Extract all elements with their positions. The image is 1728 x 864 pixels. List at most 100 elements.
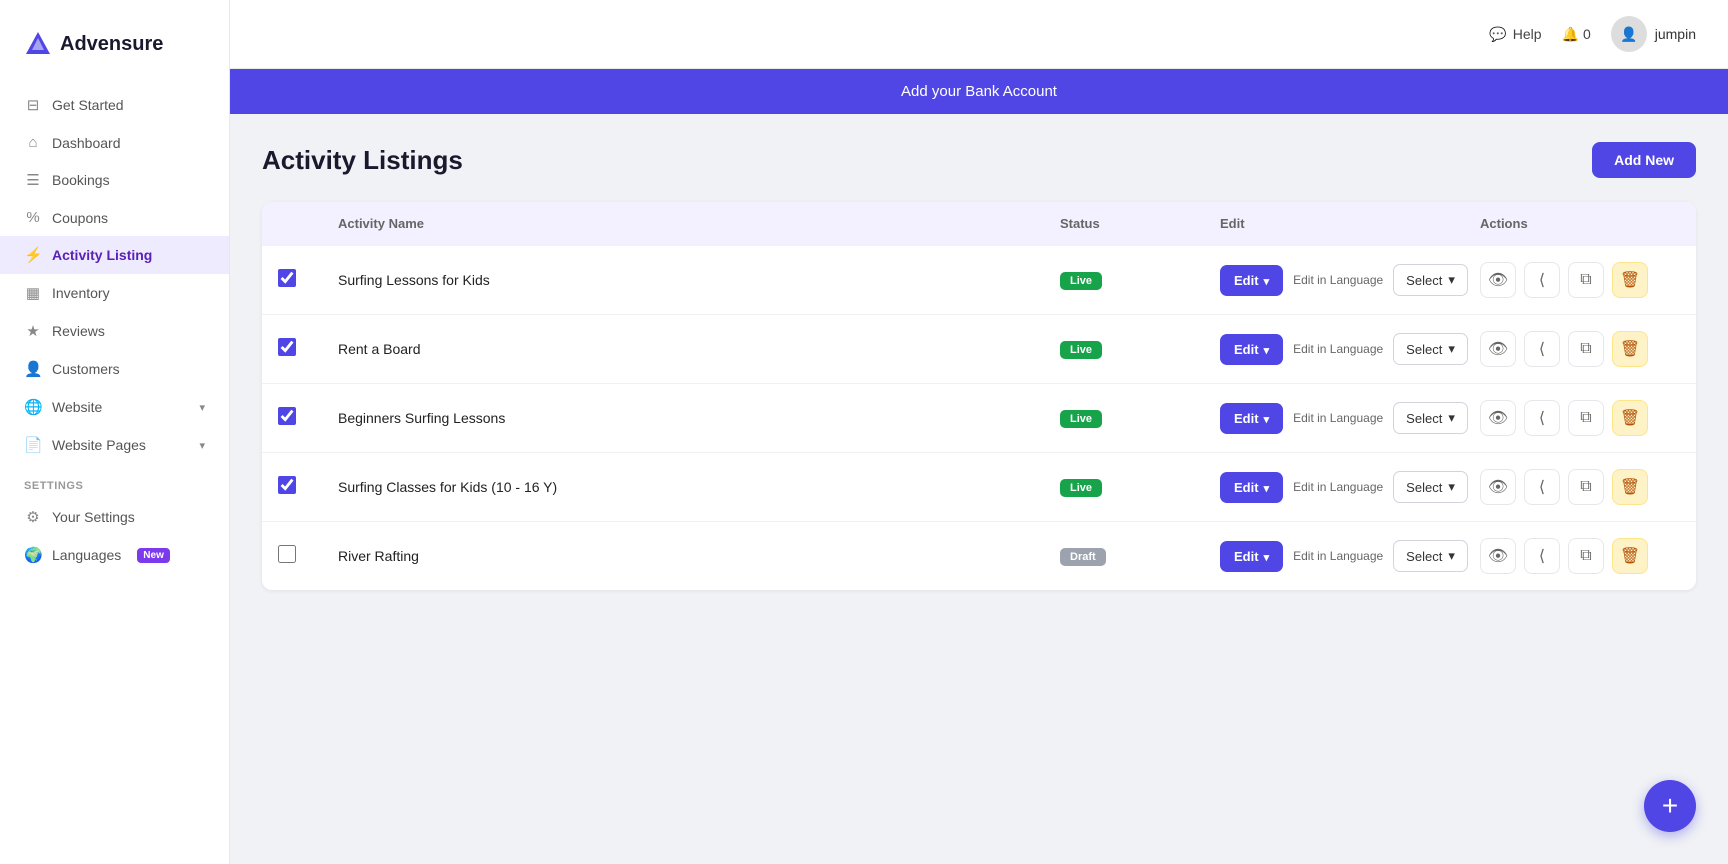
edit-chevron-4	[1264, 549, 1270, 564]
share-button-3[interactable]: ⟨	[1524, 469, 1560, 505]
nav-icon-reviews: ★	[24, 322, 42, 340]
copy-button-4[interactable]: ⧉	[1568, 538, 1604, 574]
copy-button-1[interactable]: ⧉	[1568, 331, 1604, 367]
sidebar-item-website-pages[interactable]: 📄 Website Pages ▾	[0, 426, 229, 464]
copy-button-3[interactable]: ⧉	[1568, 469, 1604, 505]
view-button-4[interactable]: 👁	[1480, 538, 1516, 574]
table-header: Activity Name Status Edit Actions	[262, 202, 1696, 245]
view-button-1[interactable]: 👁	[1480, 331, 1516, 367]
nav-label-inventory: Inventory	[52, 285, 110, 301]
language-select-1[interactable]: Select ▾	[1393, 333, 1468, 365]
notification-count: 0	[1583, 26, 1591, 42]
settings-icon-languages: 🌍	[24, 546, 42, 564]
select-chevron-0: ▾	[1448, 272, 1455, 288]
page-header: Activity Listings Add New	[262, 142, 1696, 178]
nav-icon-bookings: ☰	[24, 171, 42, 189]
settings-label-languages: Languages	[52, 547, 121, 563]
sidebar-item-reviews[interactable]: ★ Reviews	[0, 312, 229, 350]
copy-button-2[interactable]: ⧉	[1568, 400, 1604, 436]
nav-arrow-website: ▾	[199, 401, 205, 414]
fab-add-button[interactable]: +	[1644, 780, 1696, 832]
delete-button-3[interactable]: 🗑	[1612, 469, 1648, 505]
settings-icon-your-settings: ⚙	[24, 508, 42, 526]
edit-button-1[interactable]: Edit	[1220, 334, 1283, 365]
status-cell-4: Draft	[1060, 547, 1220, 566]
edit-button-3[interactable]: Edit	[1220, 472, 1283, 503]
delete-button-4[interactable]: 🗑	[1612, 538, 1648, 574]
settings-label-your-settings: Your Settings	[52, 509, 135, 525]
language-select-4[interactable]: Select ▾	[1393, 540, 1468, 572]
add-new-button[interactable]: Add New	[1592, 142, 1696, 178]
activity-name-4: River Rafting	[338, 548, 1060, 564]
sidebar-item-website[interactable]: 🌐 Website ▾	[0, 388, 229, 426]
avatar: 👤	[1611, 16, 1647, 52]
sidebar-item-inventory[interactable]: ▦ Inventory	[0, 274, 229, 312]
delete-button-0[interactable]: 🗑	[1612, 262, 1648, 298]
row-checkbox-2[interactable]	[278, 407, 296, 425]
row-checkbox-0[interactable]	[278, 269, 296, 287]
select-chevron-3: ▾	[1448, 479, 1455, 495]
sidebar-settings: ⚙ Your Settings 🌍 Languages New	[0, 498, 229, 574]
language-select-0[interactable]: Select ▾	[1393, 264, 1468, 296]
nav-label-bookings: Bookings	[52, 172, 110, 188]
edit-lang-label-3: Edit in Language	[1293, 480, 1383, 494]
view-button-2[interactable]: 👁	[1480, 400, 1516, 436]
help-button[interactable]: 💬 Help	[1489, 26, 1541, 43]
share-button-0[interactable]: ⟨	[1524, 262, 1560, 298]
edit-lang-label-0: Edit in Language	[1293, 273, 1383, 287]
header: 💬 Help 🔔 0 👤 jumpin	[230, 0, 1728, 69]
main-content: 💬 Help 🔔 0 👤 jumpin Add your Bank Accoun…	[230, 0, 1728, 864]
sidebar-item-languages[interactable]: 🌍 Languages New	[0, 536, 229, 574]
status-badge-4: Draft	[1060, 548, 1106, 566]
sidebar-item-your-settings[interactable]: ⚙ Your Settings	[0, 498, 229, 536]
edit-chevron-1	[1264, 342, 1270, 357]
col-edit: Edit	[1220, 216, 1480, 231]
sidebar-item-activity-listing[interactable]: ⚡ Activity Listing	[0, 236, 229, 274]
share-button-4[interactable]: ⟨	[1524, 538, 1560, 574]
notifications-button[interactable]: 🔔 0	[1562, 26, 1591, 43]
user-menu[interactable]: 👤 jumpin	[1611, 16, 1696, 52]
sidebar-item-customers[interactable]: 👤 Customers	[0, 350, 229, 388]
edit-button-2[interactable]: Edit	[1220, 403, 1283, 434]
bank-account-banner[interactable]: Add your Bank Account	[230, 69, 1728, 114]
row-checkbox-1[interactable]	[278, 338, 296, 356]
status-badge-3: Live	[1060, 479, 1102, 497]
col-actions: Actions	[1480, 216, 1680, 231]
col-checkbox	[278, 216, 338, 231]
nav-label-website: Website	[52, 399, 102, 415]
nav-label-customers: Customers	[52, 361, 120, 377]
row-checkbox-4[interactable]	[278, 545, 296, 563]
view-button-0[interactable]: 👁	[1480, 262, 1516, 298]
edit-button-4[interactable]: Edit	[1220, 541, 1283, 572]
table-row: Surfing Lessons for Kids Live Edit Edit …	[262, 245, 1696, 314]
edit-lang-label-1: Edit in Language	[1293, 342, 1383, 356]
edit-chevron-0	[1264, 273, 1270, 288]
activity-name-0: Surfing Lessons for Kids	[338, 272, 1060, 288]
row-checkbox-cell-0	[278, 269, 338, 292]
sidebar: Advensure ⊟ Get Started ⌂ Dashboard ☰ Bo…	[0, 0, 230, 864]
nav-icon-website-pages: 📄	[24, 436, 42, 454]
row-checkbox-cell-2	[278, 407, 338, 430]
sidebar-item-coupons[interactable]: % Coupons	[0, 199, 229, 236]
nav-icon-website: 🌐	[24, 398, 42, 416]
copy-button-0[interactable]: ⧉	[1568, 262, 1604, 298]
delete-button-1[interactable]: 🗑	[1612, 331, 1648, 367]
sidebar-item-dashboard[interactable]: ⌂ Dashboard	[0, 124, 229, 161]
activity-name-3: Surfing Classes for Kids (10 - 16 Y)	[338, 479, 1060, 495]
nav-label-dashboard: Dashboard	[52, 135, 121, 151]
language-select-2[interactable]: Select ▾	[1393, 402, 1468, 434]
delete-button-2[interactable]: 🗑	[1612, 400, 1648, 436]
nav-label-activity-listing: Activity Listing	[52, 247, 152, 263]
sidebar-item-get-started[interactable]: ⊟ Get Started	[0, 86, 229, 124]
row-checkbox-3[interactable]	[278, 476, 296, 494]
share-button-1[interactable]: ⟨	[1524, 331, 1560, 367]
language-select-3[interactable]: Select ▾	[1393, 471, 1468, 503]
view-button-3[interactable]: 👁	[1480, 469, 1516, 505]
sidebar-item-bookings[interactable]: ☰ Bookings	[0, 161, 229, 199]
share-button-2[interactable]: ⟨	[1524, 400, 1560, 436]
logo-icon	[24, 30, 52, 58]
actions-cell-4: 👁 ⟨ ⧉ 🗑	[1480, 538, 1680, 574]
edit-button-0[interactable]: Edit	[1220, 265, 1283, 296]
status-cell-3: Live	[1060, 478, 1220, 497]
edit-lang-label-2: Edit in Language	[1293, 411, 1383, 425]
